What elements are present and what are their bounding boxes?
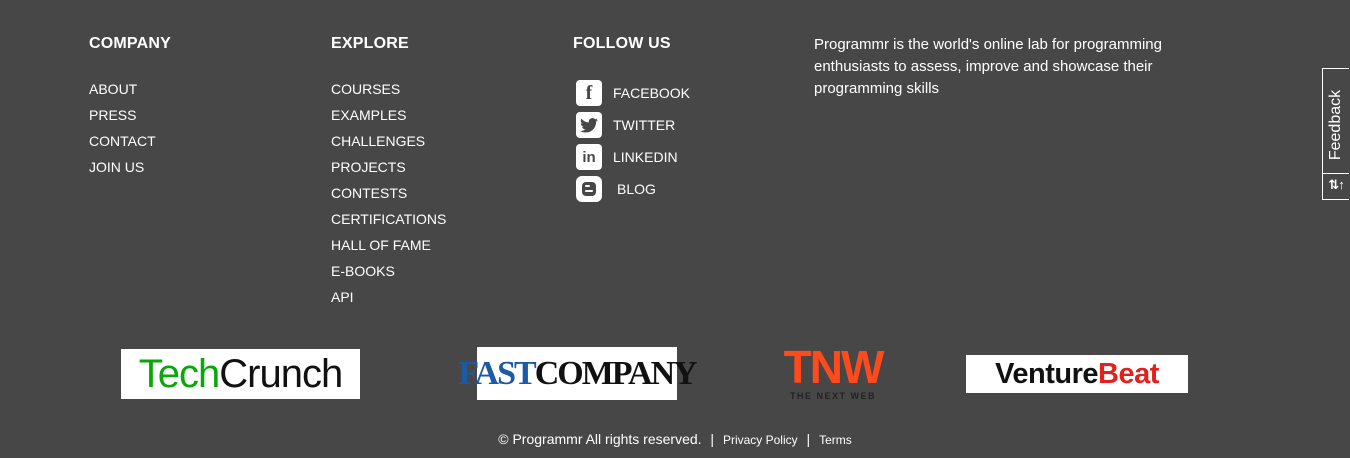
footer-separator: | (710, 431, 715, 447)
social-link-facebook[interactable]: f FACEBOOK (573, 77, 690, 109)
social-links: f FACEBOOK TWITTER in LINKEDIN BLOG (573, 77, 690, 205)
company-column: COMPANY ABOUT PRESS CONTACT JOIN US (89, 35, 171, 184)
twitter-icon (576, 112, 602, 138)
social-label-linkedin: LINKEDIN (613, 149, 678, 165)
explore-link-hall-of-fame[interactable]: HALL OF FAME (331, 236, 446, 262)
tnw-logo: TNW THE NEXT WEB (771, 344, 895, 404)
company-link-about[interactable]: ABOUT (89, 80, 171, 106)
tnw-logo-main: TNW (783, 341, 885, 393)
social-label-facebook: FACEBOOK (613, 85, 691, 101)
fastcompany-logo: FAST COMPANY (458, 347, 698, 400)
company-links: ABOUT PRESS CONTACT JOIN US (89, 80, 171, 184)
company-link-press[interactable]: PRESS (89, 106, 171, 132)
feedback-tab[interactable]: Feedback ⇅↑ (1322, 68, 1349, 200)
techcrunch-logo: Tech Crunch (121, 349, 360, 399)
social-link-linkedin[interactable]: in LINKEDIN (573, 141, 690, 173)
about-description: Programmr is the world's online lab for … (814, 36, 1162, 97)
venturebeat-logo: Venture Beat (966, 355, 1188, 393)
follow-column: FOLLOW US f FACEBOOK TWITTER in LINKEDIN… (573, 35, 690, 205)
explore-link-courses[interactable]: COURSES (331, 80, 446, 106)
explore-link-contests[interactable]: CONTESTS (331, 184, 446, 210)
tnw-logo-sub: THE NEXT WEB (789, 391, 876, 401)
blogger-icon (576, 176, 602, 202)
footer-separator: | (806, 431, 811, 447)
explore-link-api[interactable]: API (331, 288, 446, 314)
explore-heading: EXPLORE (331, 35, 409, 52)
techcrunch-logo-part1: Tech (138, 351, 220, 396)
company-link-contact[interactable]: CONTACT (89, 132, 171, 158)
explore-link-e-books[interactable]: E-BOOKS (331, 262, 446, 288)
feedback-divider (1323, 173, 1349, 174)
explore-link-projects[interactable]: PROJECTS (331, 158, 446, 184)
social-label-blog: BLOG (617, 181, 656, 197)
fastcompany-logo-part1: FAST (458, 354, 536, 392)
explore-link-examples[interactable]: EXAMPLES (331, 106, 446, 132)
follow-heading: FOLLOW US (573, 35, 671, 52)
explore-link-certifications[interactable]: CERTIFICATIONS (331, 210, 446, 236)
sort-icon: ⇅↑ (1328, 177, 1344, 192)
explore-link-challenges[interactable]: CHALLENGES (331, 132, 446, 158)
privacy-policy-link[interactable]: Privacy Policy (723, 433, 798, 447)
copyright-text: © Programmr All rights reserved. (498, 431, 702, 447)
explore-column: EXPLORE COURSES EXAMPLES CHALLENGES PROJ… (331, 35, 446, 314)
fastcompany-logo-part2: COMPANY (534, 354, 698, 392)
feedback-label: Feedback (1327, 89, 1344, 161)
company-heading: COMPANY (89, 35, 171, 52)
venturebeat-logo-part1: Venture (995, 357, 1098, 390)
venturebeat-logo-part2: Beat (1098, 357, 1159, 390)
explore-links: COURSES EXAMPLES CHALLENGES PROJECTS CON… (331, 80, 446, 314)
linkedin-icon: in (576, 144, 602, 170)
terms-link[interactable]: Terms (819, 433, 852, 447)
social-link-twitter[interactable]: TWITTER (573, 109, 690, 141)
social-label-twitter: TWITTER (613, 117, 676, 133)
copyright-bar: © Programmr All rights reserved. | Priva… (0, 431, 1350, 447)
company-link-join-us[interactable]: JOIN US (89, 158, 171, 184)
facebook-icon: f (576, 80, 602, 106)
social-link-blog[interactable]: BLOG (573, 173, 690, 205)
techcrunch-logo-part2: Crunch (219, 351, 343, 396)
